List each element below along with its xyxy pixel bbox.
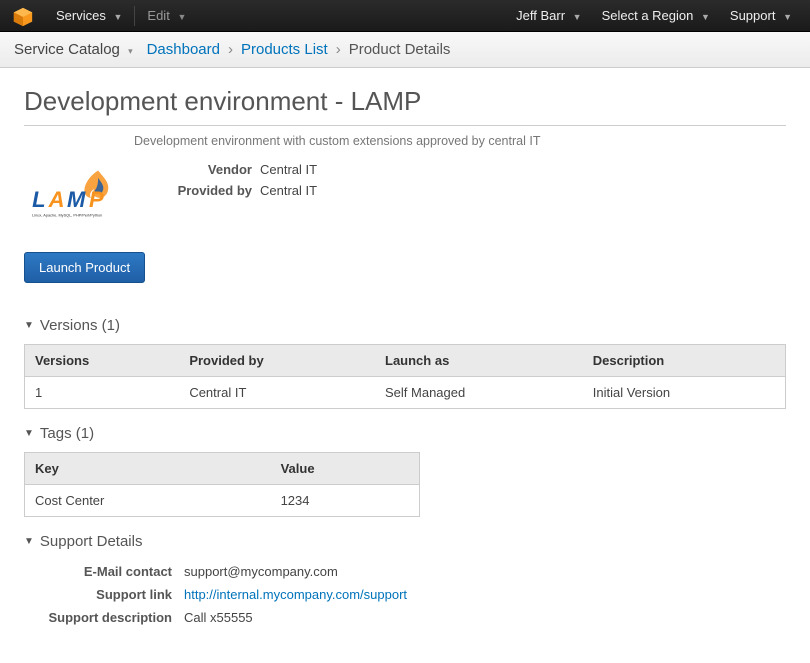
region-menu[interactable]: Select a Region ▼ <box>592 0 720 32</box>
support-email-label: E-Mail contact <box>24 564 184 579</box>
cell-launchas: Self Managed <box>375 377 583 409</box>
aws-cube-icon[interactable] <box>12 6 36 26</box>
support-link-label: Support link <box>24 587 184 602</box>
logo-letter-p: P <box>89 187 104 212</box>
cell-version: 1 <box>25 377 180 409</box>
tags-header[interactable]: ▼ Tags (1) <box>24 421 786 446</box>
cell-key: Cost Center <box>25 485 271 517</box>
breadcrumb-dashboard[interactable]: Dashboard <box>147 41 220 58</box>
providedby-label: Provided by <box>150 183 260 198</box>
product-description: Development environment with custom exte… <box>134 134 786 148</box>
chevron-right-icon: › <box>336 41 341 58</box>
col-description: Description <box>583 345 786 377</box>
support-section: ▼ Support Details E-Mail contact support… <box>24 529 786 625</box>
vendor-label: Vendor <box>150 162 260 177</box>
breadcrumb-bar: Service Catalog ▾ Dashboard › Products L… <box>0 32 810 68</box>
support-label: Support <box>730 8 776 23</box>
tags-title: Tags (1) <box>40 425 94 442</box>
caret-down-icon: ▼ <box>24 536 34 547</box>
versions-header[interactable]: ▼ Versions (1) <box>24 313 786 338</box>
col-key: Key <box>25 453 271 485</box>
caret-down-icon: ▼ <box>113 12 122 22</box>
vendor-value: Central IT <box>260 162 317 177</box>
logo-letter-a: A <box>48 187 65 212</box>
table-row[interactable]: Cost Center 1234 <box>25 485 420 517</box>
providedby-value: Central IT <box>260 183 317 198</box>
cell-providedby: Central IT <box>179 377 375 409</box>
col-value: Value <box>271 453 420 485</box>
breadcrumb-product-details: Product Details <box>349 41 451 58</box>
versions-table: Versions Provided by Launch as Descripti… <box>24 344 786 409</box>
support-title: Support Details <box>40 533 143 550</box>
page-title: Development environment - LAMP <box>24 86 786 126</box>
support-link-value[interactable]: http://internal.mycompany.com/support <box>184 587 407 602</box>
logo-letter-l: L <box>32 187 45 212</box>
caret-down-icon: ▼ <box>701 12 710 22</box>
table-row[interactable]: 1 Central IT Self Managed Initial Versio… <box>25 377 786 409</box>
versions-title: Versions (1) <box>40 317 120 334</box>
caret-down-icon: ▼ <box>24 320 34 331</box>
tags-table: Key Value Cost Center 1234 <box>24 452 420 517</box>
logo-letter-m: M <box>67 187 86 212</box>
support-desc-value: Call x55555 <box>184 610 253 625</box>
support-menu[interactable]: Support ▼ <box>720 0 802 32</box>
caret-down-icon: ▼ <box>24 428 34 439</box>
caret-down-icon: ▼ <box>573 12 582 22</box>
services-label: Services <box>56 8 106 23</box>
service-name-label: Service Catalog <box>14 41 120 58</box>
cell-value: 1234 <box>271 485 420 517</box>
edit-label: Edit <box>147 8 169 23</box>
divider <box>134 6 135 26</box>
col-launchas: Launch as <box>375 345 583 377</box>
chevron-right-icon: › <box>228 41 233 58</box>
support-email-value: support@mycompany.com <box>184 564 338 579</box>
services-menu[interactable]: Services ▼ <box>46 0 132 32</box>
region-label: Select a Region <box>602 8 694 23</box>
edit-menu[interactable]: Edit ▼ <box>137 0 196 32</box>
versions-section: ▼ Versions (1) Versions Provided by Laun… <box>24 313 786 409</box>
support-header[interactable]: ▼ Support Details <box>24 529 786 554</box>
caret-down-icon: ▾ <box>128 46 133 56</box>
user-menu[interactable]: Jeff Barr ▼ <box>506 0 591 32</box>
content: Development environment - LAMP Developme… <box>0 68 810 663</box>
user-label: Jeff Barr <box>516 8 565 23</box>
caret-down-icon: ▼ <box>177 12 186 22</box>
breadcrumb-products-list[interactable]: Products List <box>241 41 328 58</box>
service-name-dropdown[interactable]: Service Catalog ▾ <box>14 41 133 58</box>
cell-description: Initial Version <box>583 377 786 409</box>
support-desc-label: Support description <box>24 610 184 625</box>
col-providedby: Provided by <box>179 345 375 377</box>
col-versions: Versions <box>25 345 180 377</box>
logo-tagline: Linux, Apache, MySQL, PHP/Perl/Python <box>32 213 102 217</box>
product-logo: L A M P Linux, Apache, MySQL, PHP/Perl/P… <box>24 162 132 222</box>
caret-down-icon: ▼ <box>783 12 792 22</box>
launch-product-button[interactable]: Launch Product <box>24 252 145 283</box>
product-info: L A M P Linux, Apache, MySQL, PHP/Perl/P… <box>24 162 786 222</box>
tags-section: ▼ Tags (1) Key Value Cost Center 1234 <box>24 421 786 517</box>
topbar: Services ▼ Edit ▼ Jeff Barr ▼ Select a R… <box>0 0 810 32</box>
